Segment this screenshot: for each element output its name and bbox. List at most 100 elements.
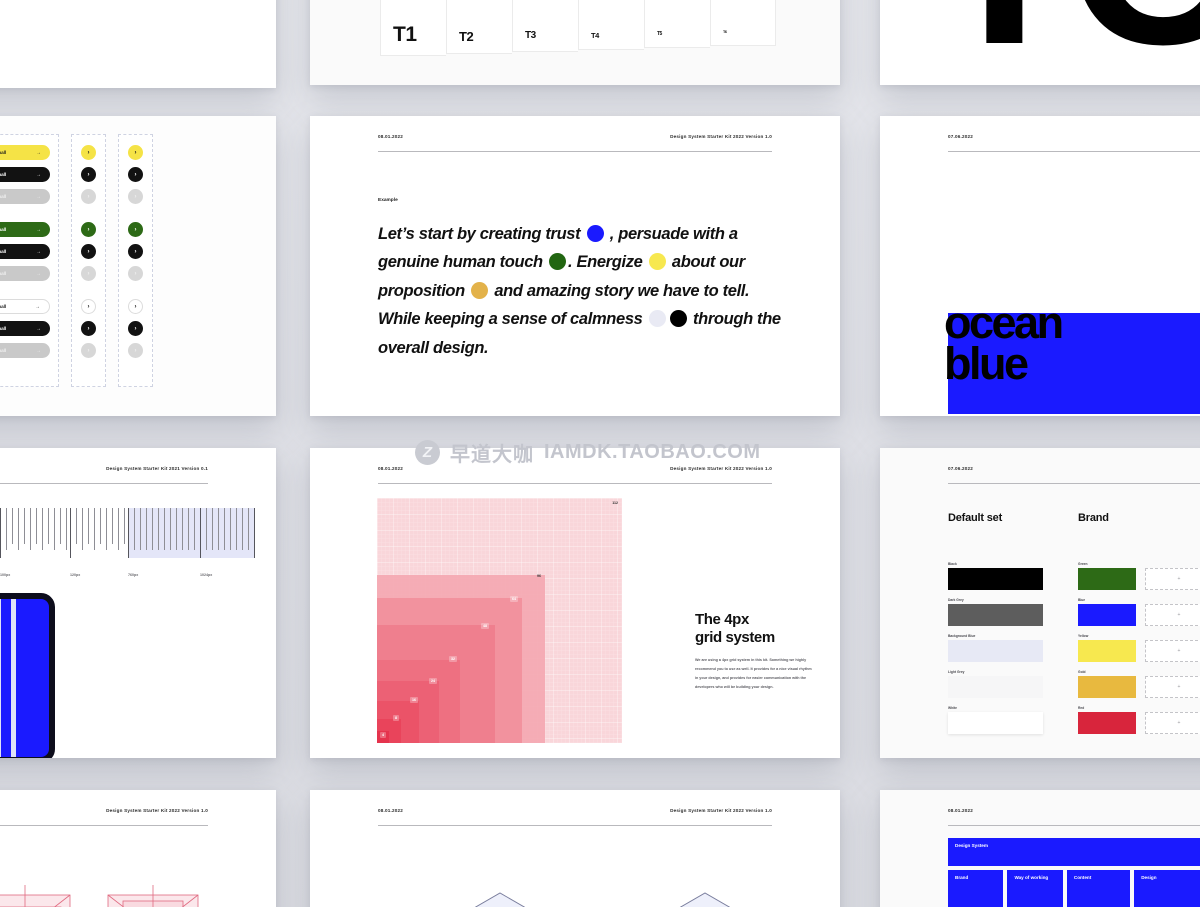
icon-construction-glyph xyxy=(107,885,199,907)
artboard-breakpoints[interactable]: Design System Starter Kit 2021 Version 0… xyxy=(0,448,276,758)
color-dot-blue xyxy=(586,225,604,242)
artboard-icon-construction[interactable]: Design System Starter Kit 2022 Version 1… xyxy=(0,790,276,907)
chevron-right-icon-button[interactable]: › xyxy=(81,299,96,314)
add-swatch-slot[interactable]: + xyxy=(1145,568,1200,590)
chevron-right-icon-button[interactable]: › xyxy=(128,299,143,314)
type-cell-t6[interactable]: T6 xyxy=(710,0,776,46)
artboard-color-example[interactable]: 08.01.2022 Design System Starter Kit 202… xyxy=(310,116,840,416)
type-cell-t2[interactable]: T2 xyxy=(446,0,512,54)
color-dot-gold xyxy=(471,281,489,299)
add-swatch-slot[interactable]: + xyxy=(1145,676,1200,698)
master-button-small[interactable]: ← Master Button Small → xyxy=(0,244,50,259)
master-button-small[interactable]: ← Master Button Small → xyxy=(0,222,50,237)
artboard-buttons[interactable]: ← Master Button Small → ← Master Button … xyxy=(0,116,276,416)
artboard-isometric[interactable]: 08.01.2022 Design System Starter Kit 202… xyxy=(310,790,840,907)
master-button-small[interactable]: ← Master Button Small → xyxy=(0,145,50,160)
add-swatch-slot[interactable]: + xyxy=(1145,640,1200,662)
square-label-24: 24 xyxy=(429,678,437,684)
chevron-right-icon-button[interactable]: › xyxy=(81,167,96,182)
icon-button-group-3: › › › xyxy=(81,299,96,358)
button-columns: ← Master Button Small → ← Master Button … xyxy=(0,134,153,387)
grid4px-title-line1: The 4px xyxy=(695,611,749,628)
swatch-row[interactable]: Red + xyxy=(1078,706,1200,734)
swatch-green xyxy=(1078,568,1136,590)
page-header: Design System Starter Kit 2022 Version 1… xyxy=(0,790,276,813)
grid-cell-design[interactable]: Design xyxy=(1134,870,1200,907)
swatch-row[interactable]: Dark Grey xyxy=(948,598,1043,626)
icon-button-group-2: › › › xyxy=(128,222,143,281)
master-button-small[interactable]: ← Master Button Small → xyxy=(0,167,50,182)
chevron-right-icon-button[interactable]: › xyxy=(128,244,143,259)
ruler-label: 1024px xyxy=(200,573,213,577)
button-group-2: ← Master Button Small → ← Master Button … xyxy=(0,222,50,281)
palette-column-title: Default set xyxy=(948,512,1003,524)
chevron-right-icon-button[interactable]: › xyxy=(81,222,96,237)
swatch-row[interactable]: Green + xyxy=(1078,562,1200,590)
square-label-16: 16 xyxy=(410,697,418,703)
artboard-color-palette[interactable]: 07.06.2022 Default set Black Dark Grey B… xyxy=(880,448,1200,758)
swatch-row[interactable]: White xyxy=(948,706,1043,734)
square-label-64: 64 xyxy=(510,596,518,602)
header-divider xyxy=(948,151,1200,152)
chevron-right-icon-button[interactable]: › xyxy=(128,145,143,160)
grid-cell-brand[interactable]: Brand xyxy=(948,870,1004,907)
swatch-yellow xyxy=(1078,640,1136,662)
artboard-big-type[interactable]: TO xyxy=(880,0,1200,85)
swatch-row[interactable]: Blue + xyxy=(1078,598,1200,626)
color-name-line2: blue xyxy=(944,338,1029,390)
type-cell-t5[interactable]: T5 xyxy=(644,0,710,48)
artboard-design-system-map[interactable]: 08.01.2022 Design System Brand Way of wo… xyxy=(880,790,1200,907)
chevron-right-icon-button[interactable]: › xyxy=(81,244,96,259)
chevron-right-icon-button[interactable]: › xyxy=(81,321,96,336)
swatch-row[interactable]: Black xyxy=(948,562,1043,590)
page-header: Design System Starter Kit 2021 Version 0… xyxy=(0,448,276,471)
color-dot-black xyxy=(669,310,687,328)
grid-cell-content[interactable]: Content xyxy=(1066,870,1131,907)
artboard-4px-grid[interactable]: 08.01.2022 Design System Starter Kit 202… xyxy=(310,448,840,758)
master-button-small[interactable]: ← Master Button Small → xyxy=(0,299,50,314)
swatch-background-blue xyxy=(948,640,1043,662)
chevron-right-icon-button-disabled: › xyxy=(81,343,96,358)
add-swatch-slot[interactable]: + xyxy=(1145,604,1200,626)
chevron-right-icon-button[interactable]: › xyxy=(81,145,96,160)
add-swatch-slot[interactable]: + xyxy=(1145,712,1200,734)
swatch-label: Background Blue xyxy=(948,634,976,638)
chevron-right-icon-button[interactable]: › xyxy=(128,321,143,336)
type-cell-t1[interactable]: T1 xyxy=(380,0,446,56)
page-date: 08.01.2022 xyxy=(378,134,403,139)
type-cell-t3[interactable]: T3 xyxy=(512,0,578,52)
swatch-label: Black xyxy=(948,562,957,566)
swatch-row[interactable]: Background Blue xyxy=(948,634,1043,662)
grid-cell-way-of-working[interactable]: Way of working xyxy=(1007,870,1063,907)
button-group-3: ← Master Button Small → ← Master Button … xyxy=(0,299,50,358)
chevron-right-icon-button-disabled: › xyxy=(128,266,143,281)
chevron-right-icon-button-disabled: › xyxy=(128,343,143,358)
grid-header-cell[interactable]: Design System xyxy=(948,838,1200,866)
grid-row: Brand Way of working Content Design xyxy=(948,870,1200,907)
ruler-labels: 100px 120px 760px 1024px xyxy=(0,573,255,577)
square-label-96: 96 xyxy=(537,574,541,578)
header-divider xyxy=(0,483,208,484)
page-version: Design System Starter Kit 2022 Version 1… xyxy=(670,466,772,471)
square-label-32: 32 xyxy=(449,656,457,662)
swatch-row[interactable]: Yellow + xyxy=(1078,634,1200,662)
chevron-right-icon-button[interactable]: › xyxy=(128,222,143,237)
artboard-type-scale[interactable]: T1 T2 T3 T4 T5 T6 xyxy=(310,0,840,85)
artboard-ocean-blue[interactable]: 07.06.2022 #000AFF ocean blue xyxy=(880,116,1200,416)
master-button-small[interactable]: ← Master Button Small → xyxy=(0,321,50,336)
swatch-row[interactable]: Gold + xyxy=(1078,670,1200,698)
color-dot-green xyxy=(549,253,566,271)
swatch-label: White xyxy=(948,706,957,710)
color-name: ocean blue xyxy=(944,300,1064,386)
page-header: 07.06.2022 xyxy=(880,116,1200,139)
type-cell-t4[interactable]: T4 xyxy=(578,0,644,50)
chevron-right-icon-button[interactable]: › xyxy=(128,167,143,182)
swatch-white xyxy=(948,712,1043,734)
master-button-small-disabled: ← Master Button Small → xyxy=(0,189,50,204)
icon-button-group-3: › › › xyxy=(128,299,143,358)
quote-text: Let’s start by creating trust , persuade… xyxy=(378,220,792,362)
artboard-icon-grid[interactable]: grid This 4px grid ensures that all icon… xyxy=(0,0,276,88)
swatch-label: Dark Grey xyxy=(948,598,964,602)
swatch-row[interactable]: Light Grey xyxy=(948,670,1043,698)
icon-button-column-b: › › › › › › › › › xyxy=(118,134,153,387)
